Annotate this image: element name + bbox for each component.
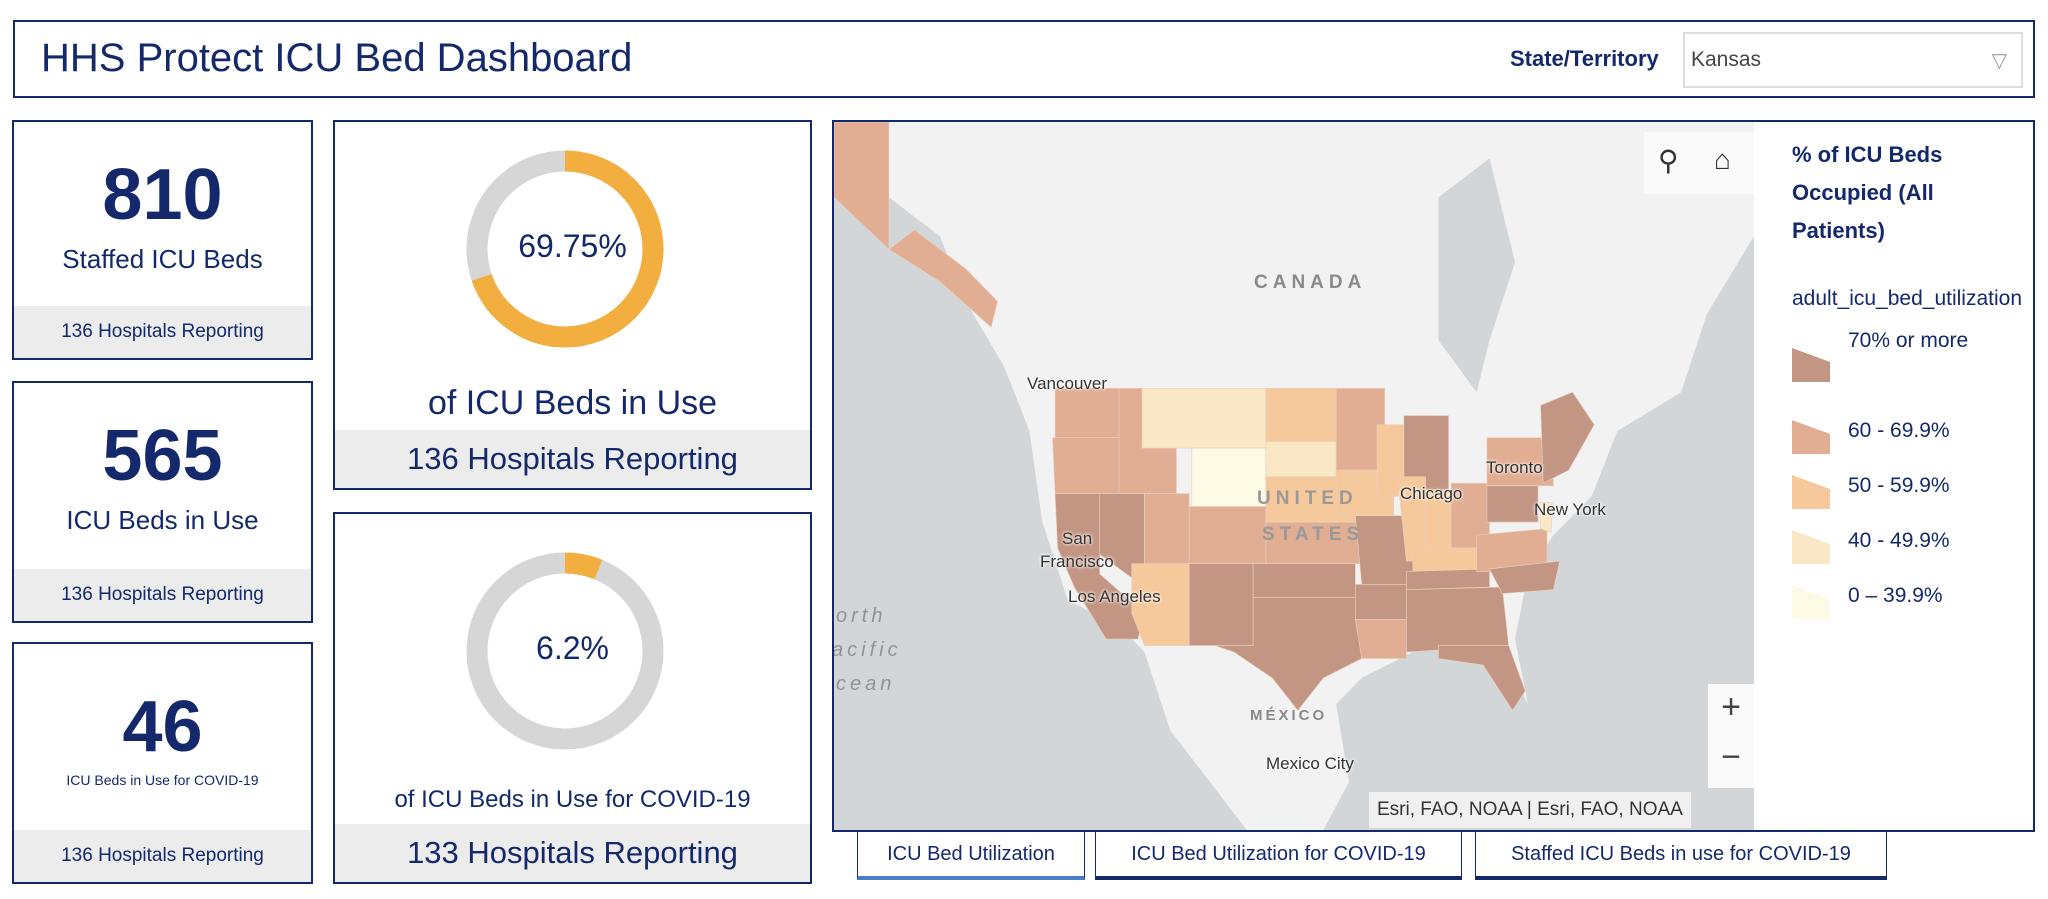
state-region-la[interactable] bbox=[1354, 619, 1407, 659]
map-label-ocean: cean bbox=[836, 673, 896, 695]
state-region-se[interactable] bbox=[1406, 586, 1510, 653]
map-label-united: UNITED bbox=[1257, 488, 1358, 509]
legend-swatch bbox=[1792, 530, 1830, 564]
kpi-icu-beds-covid: 46 ICU Beds in Use for COVID-19 136 Hosp… bbox=[12, 642, 313, 884]
state-select-label: State/Territory bbox=[1510, 46, 1659, 71]
state-region-pa[interactable] bbox=[1486, 485, 1539, 523]
map-legend: % of ICU Beds Occupied (All Patients) ad… bbox=[1754, 122, 2035, 830]
legend-item-label: 50 - 59.9% bbox=[1848, 474, 1950, 497]
gauge-percent: 6.2% bbox=[536, 630, 609, 666]
map-label-los-angeles: Los Angeles bbox=[1068, 587, 1161, 606]
state-region-wy[interactable] bbox=[1191, 447, 1267, 507]
map-view[interactable]: CANADA UNITED STATES MÉXICO Vancouver Sa… bbox=[834, 122, 1754, 830]
gauge-icu-beds-covid: 6.2% of ICU Beds in Use for COVID-19 133… bbox=[333, 512, 812, 884]
legend-field-name: adult_icu_bed_utilization bbox=[1792, 287, 2023, 310]
map-label-san: San bbox=[1062, 529, 1093, 548]
state-region-nd[interactable] bbox=[1265, 387, 1337, 442]
map-label-mexico-city: Mexico City bbox=[1266, 754, 1354, 773]
state-region-tn[interactable] bbox=[1406, 568, 1490, 591]
map-label-new-york: New York bbox=[1534, 500, 1606, 519]
tab-icu-bed-utilization[interactable]: ICU Bed Utilization bbox=[857, 832, 1085, 880]
page-title: HHS Protect ICU Bed Dashboard bbox=[41, 36, 633, 80]
map-label-ocean: acific bbox=[834, 639, 902, 661]
map-label-chicago: Chicago bbox=[1400, 484, 1463, 503]
chevron-down-icon[interactable]: ▽ bbox=[1992, 48, 2007, 73]
legend-title: % of ICU Beds Occupied (All Patients) bbox=[1792, 142, 1943, 243]
kpi-label: ICU Beds in Use bbox=[66, 505, 259, 535]
map-label-mexico: MÉXICO bbox=[1250, 707, 1328, 724]
state-region-ut[interactable] bbox=[1144, 493, 1190, 565]
home-icon[interactable]: ⌂ bbox=[1714, 144, 1731, 176]
map-panel: CANADA UNITED STATES MÉXICO Vancouver Sa… bbox=[832, 120, 2035, 832]
kpi-value: 565 bbox=[102, 416, 223, 496]
tab-staffed-icu-beds-covid[interactable]: Staffed ICU Beds in use for COVID-19 bbox=[1475, 832, 1887, 880]
zoom-in-button[interactable]: + bbox=[1708, 688, 1754, 727]
map-toolbar: ⚲ ⌂ bbox=[1644, 132, 1754, 194]
zoom-control: + − bbox=[1708, 684, 1754, 788]
kpi-icu-beds-in-use: 565 ICU Beds in Use 136 Hospitals Report… bbox=[12, 381, 313, 623]
gauge-percent: 69.75% bbox=[518, 228, 627, 264]
gauge-footer: 133 Hospitals Reporting bbox=[335, 824, 810, 882]
legend-swatch bbox=[1792, 348, 1830, 382]
legend-item-label: 0 – 39.9% bbox=[1848, 584, 1943, 607]
kpi-label: ICU Beds in Use for COVID-19 bbox=[66, 772, 259, 788]
map-label-vancouver: Vancouver bbox=[1027, 374, 1108, 393]
state-region-mt[interactable] bbox=[1141, 387, 1267, 449]
gauge-label: of ICU Beds in Use for COVID-19 bbox=[394, 786, 751, 813]
legend-item-label: 60 - 69.9% bbox=[1848, 419, 1950, 442]
legend-swatch bbox=[1792, 475, 1830, 509]
legend-item-label: 70% or more bbox=[1848, 329, 1969, 352]
tab-icu-bed-utilization-covid[interactable]: ICU Bed Utilization for COVID-19 bbox=[1095, 832, 1462, 880]
kpi-value: 810 bbox=[102, 155, 223, 235]
state-region-sd[interactable] bbox=[1265, 441, 1337, 477]
gauge-label: of ICU Beds in Use bbox=[427, 384, 718, 422]
state-select-value: Kansas bbox=[1691, 48, 1762, 71]
gauge-icu-beds-in-use: 69.75% of ICU Beds in Use 136 Hospitals … bbox=[333, 120, 812, 490]
legend-swatch bbox=[1792, 585, 1830, 619]
donut-chart bbox=[466, 150, 664, 348]
state-region-fl[interactable] bbox=[1438, 645, 1526, 712]
kpi-footer: 136 Hospitals Reporting bbox=[14, 830, 311, 882]
map-label-toronto: Toronto bbox=[1486, 458, 1543, 477]
search-icon[interactable]: ⚲ bbox=[1658, 144, 1679, 177]
state-region-co[interactable] bbox=[1188, 506, 1267, 565]
map-attribution: Esri, FAO, NOAA | Esri, FAO, NOAA bbox=[1369, 792, 1691, 828]
map-label-canada: CANADA bbox=[1254, 272, 1367, 293]
zoom-out-button[interactable]: − bbox=[1708, 738, 1754, 777]
gauge-footer: 136 Hospitals Reporting bbox=[335, 430, 810, 488]
map-label-states: STATES bbox=[1262, 524, 1365, 545]
state-region-nm[interactable] bbox=[1188, 563, 1254, 646]
kpi-footer: 136 Hospitals Reporting bbox=[14, 569, 311, 621]
state-region-ok[interactable] bbox=[1252, 563, 1356, 598]
map-label-ocean: orth bbox=[836, 605, 887, 627]
kpi-value: 46 bbox=[122, 687, 203, 767]
state-region-ar[interactable] bbox=[1355, 584, 1407, 620]
legend-item-label: 40 - 49.9% bbox=[1848, 529, 1950, 552]
legend-swatch bbox=[1792, 420, 1830, 454]
map-label-francisco: Francisco bbox=[1040, 552, 1114, 571]
state-select-dropdown[interactable]: Kansas ▽ bbox=[1683, 32, 2023, 88]
kpi-label: Staffed ICU Beds bbox=[62, 244, 263, 274]
header-bar: HHS Protect ICU Bed Dashboard State/Terr… bbox=[13, 20, 2035, 98]
kpi-footer: 136 Hospitals Reporting bbox=[14, 306, 311, 358]
kpi-staffed-icu-beds: 810 Staffed ICU Beds 136 Hospitals Repor… bbox=[12, 120, 313, 360]
